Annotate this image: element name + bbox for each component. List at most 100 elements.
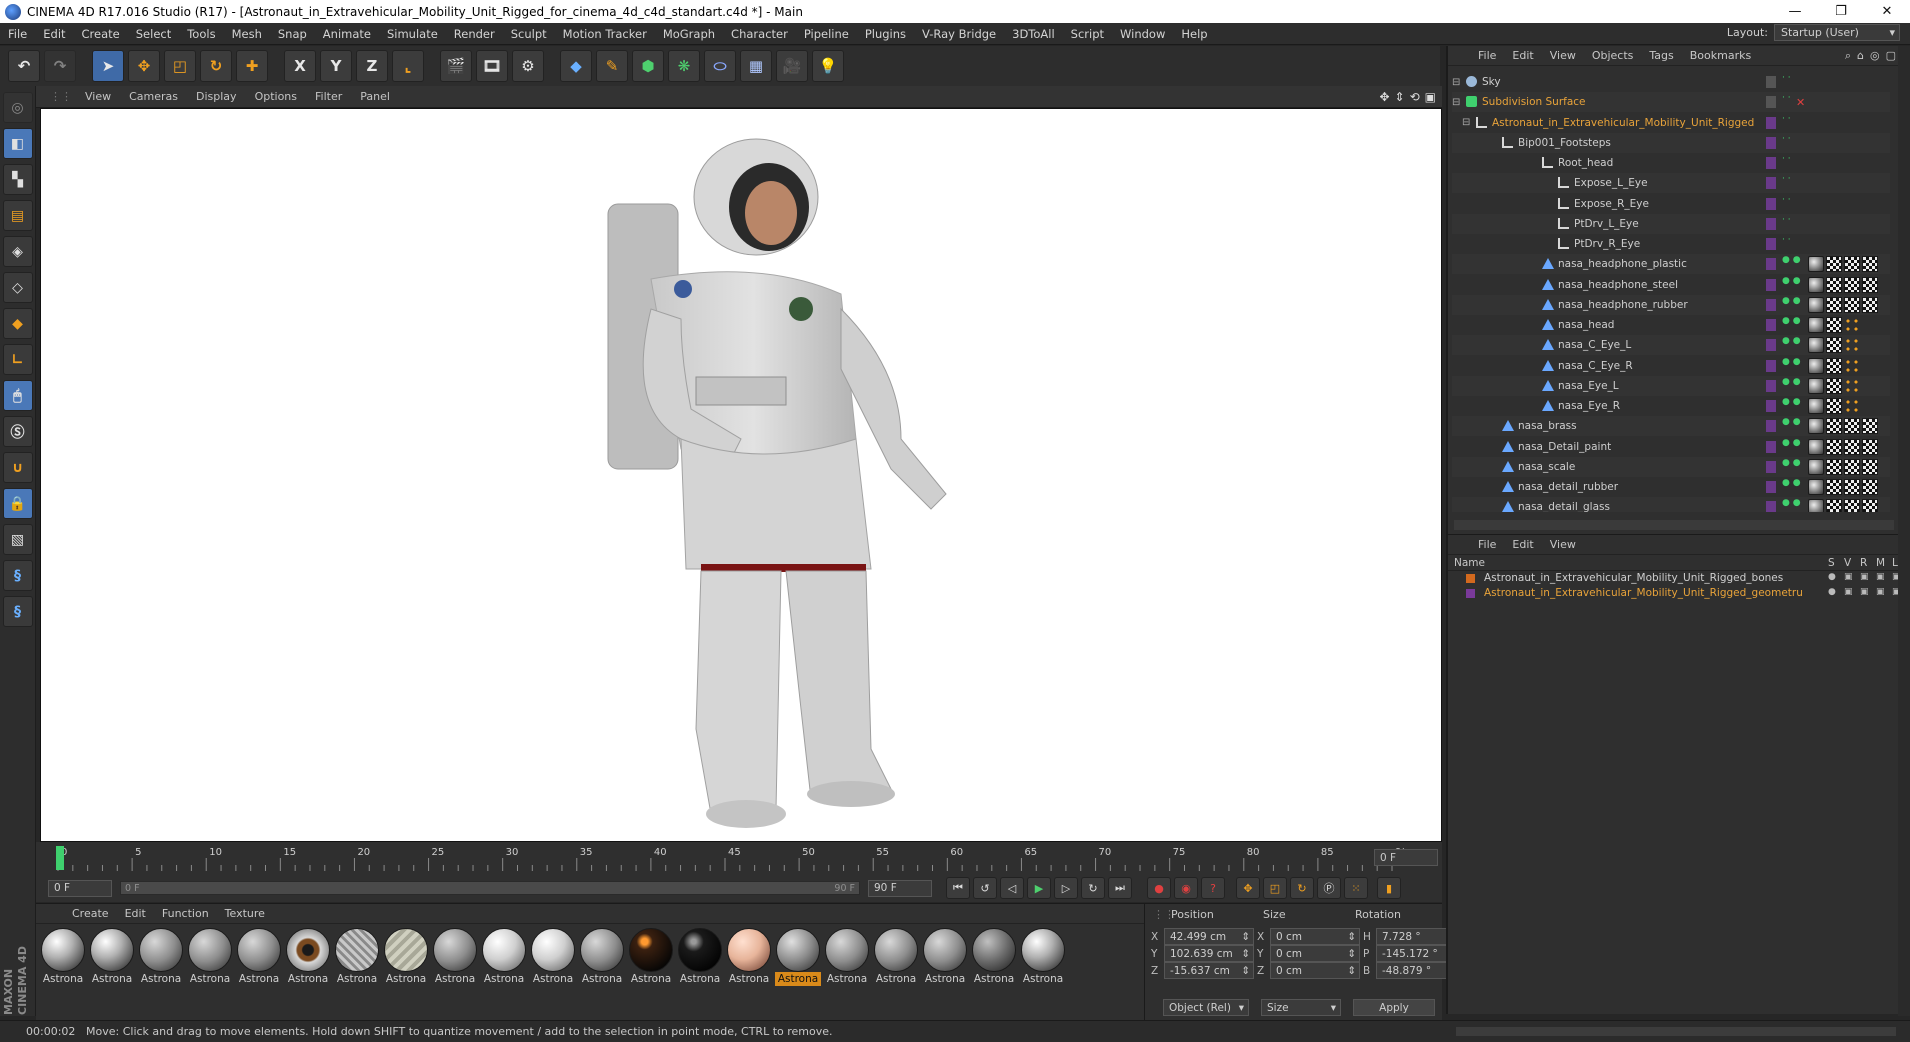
menu-create[interactable]: Create — [74, 27, 128, 41]
material-menu-edit[interactable]: Edit — [117, 907, 154, 920]
menu-mograph[interactable]: MoGraph — [655, 27, 723, 41]
size-field[interactable]: 0 cm ⇕ — [1270, 945, 1360, 962]
select-tool-button[interactable]: ➤ — [92, 50, 124, 82]
menu-character[interactable]: Character — [723, 27, 796, 41]
texture-tag-icon[interactable] — [1862, 296, 1878, 313]
weight-tag-icon[interactable] — [1844, 398, 1860, 414]
material-menu-function[interactable]: Function — [154, 907, 217, 920]
array-button[interactable]: ❋ — [668, 50, 700, 82]
subdivision-button[interactable]: ⬢ — [632, 50, 664, 82]
viewport-menu-panel[interactable]: Panel — [351, 90, 399, 103]
layer-menu-view[interactable]: View — [1542, 538, 1584, 551]
material-swatch[interactable]: Astrona — [726, 928, 772, 986]
pen-spline-button[interactable]: ✎ — [596, 50, 628, 82]
y-axis-lock-button[interactable]: Y — [320, 50, 352, 82]
goto-end-button[interactable]: ⏭ — [1108, 877, 1132, 899]
visibility-dots-icon[interactable]: · · — [1782, 134, 1791, 143]
points-mode-button[interactable]: ◈ — [2, 236, 33, 267]
material-swatch[interactable]: Astrona — [236, 928, 282, 986]
weight-tag-icon[interactable] — [1844, 317, 1860, 333]
viewport-menu-cameras[interactable]: Cameras — [120, 90, 187, 103]
orbit-icon[interactable]: ⟲ — [1410, 90, 1420, 104]
texture-tag-icon[interactable] — [1844, 499, 1860, 512]
texture-tag-icon[interactable] — [1862, 418, 1878, 435]
texture-tag-icon[interactable] — [1826, 337, 1842, 354]
visibility-dots-icon[interactable]: ● ● — [1782, 438, 1801, 447]
menu-edit[interactable]: Edit — [35, 27, 73, 41]
material-tag-icon[interactable] — [1808, 256, 1824, 273]
object-row[interactable]: nasa_brass ● ● — [1452, 416, 1890, 437]
coordinate-mode-dropdown[interactable]: Object (Rel) ▾ — [1163, 999, 1249, 1016]
model-mode-button[interactable]: ◧ — [2, 128, 33, 159]
texture-tag-icon[interactable] — [1826, 499, 1842, 512]
object-menu-objects[interactable]: Objects — [1584, 49, 1642, 62]
layer-row[interactable]: Astronaut_in_Extravehicular_Mobility_Uni… — [1448, 586, 1910, 601]
object-row[interactable]: nasa_C_Eye_R ● ● — [1452, 356, 1890, 376]
object-row[interactable]: Expose_L_Eye · · — [1452, 173, 1890, 194]
texture-tag-icon[interactable] — [1826, 276, 1842, 293]
next-key-button[interactable]: ↻ — [1081, 877, 1105, 899]
texture-tag-icon[interactable] — [1826, 317, 1842, 333]
visibility-dots-icon[interactable]: · · — [1782, 155, 1791, 164]
material-tag-icon[interactable] — [1808, 377, 1824, 394]
visibility-dots-icon[interactable]: ● ● — [1782, 458, 1801, 467]
material-swatch[interactable]: Astrona — [187, 928, 233, 986]
material-tag-icon[interactable] — [1808, 499, 1824, 512]
viewport-menu-filter[interactable]: Filter — [306, 90, 351, 103]
object-row[interactable]: PtDrv_R_Eye · · — [1452, 234, 1890, 254]
visibility-dots-icon[interactable]: ● ● — [1782, 357, 1801, 366]
texture-tag-icon[interactable] — [1844, 479, 1860, 495]
cube-primitive-button[interactable]: ◆ — [560, 50, 592, 82]
start-frame-field[interactable]: 0 F — [48, 879, 112, 897]
restore-button[interactable]: ❐ — [1818, 0, 1864, 23]
material-menu-create[interactable]: Create — [64, 907, 117, 920]
visibility-dots-icon[interactable]: ● ● — [1782, 377, 1801, 386]
tweak-mode-button[interactable]: 🖱 — [2, 380, 33, 411]
prev-frame-button[interactable]: ◁ — [1000, 877, 1024, 899]
manager-toggle-icon[interactable]: ▣ — [1876, 572, 1885, 582]
texture-tag-icon[interactable] — [1826, 377, 1842, 394]
deformer-button[interactable]: ⬭ — [704, 50, 736, 82]
material-tag-icon[interactable] — [1808, 276, 1824, 293]
stepper-arrows-icon[interactable]: ⇕ — [1241, 931, 1250, 943]
texture-mode-button[interactable]: ▚ — [2, 164, 33, 195]
weight-tag-icon[interactable] — [1844, 377, 1860, 394]
texture-tag-icon[interactable] — [1844, 418, 1860, 435]
material-swatch[interactable]: Astrona — [138, 928, 184, 986]
visibility-dots-icon[interactable]: · · — [1782, 215, 1791, 224]
timeline-window-button[interactable]: ▮ — [1377, 877, 1401, 899]
menu-pipeline[interactable]: Pipeline — [796, 27, 857, 41]
object-row[interactable]: nasa_head ● ● — [1452, 315, 1890, 335]
key-scale-button[interactable]: ◰ — [1263, 877, 1287, 899]
visibility-dots-icon[interactable]: · · — [1782, 74, 1791, 83]
object-menu-file[interactable]: File — [1470, 49, 1504, 62]
menu-render[interactable]: Render — [446, 27, 503, 41]
visibility-dots-icon[interactable]: ● ● — [1782, 418, 1801, 427]
texture-tag-icon[interactable] — [1862, 438, 1878, 455]
layer-menu-file[interactable]: File — [1470, 538, 1504, 551]
menu-3dtoall[interactable]: 3DToAll — [1004, 27, 1063, 41]
axis-mode-button[interactable]: ∟ — [2, 344, 33, 375]
layer-row[interactable]: Astronaut_in_Extravehicular_Mobility_Uni… — [1448, 571, 1910, 586]
keyframe-selection-button[interactable]: ? — [1201, 877, 1225, 899]
texture-tag-icon[interactable] — [1826, 479, 1842, 495]
visibility-dots-icon[interactable]: ● ● — [1782, 276, 1801, 285]
size-mode-dropdown[interactable]: Size ▾ — [1261, 999, 1341, 1016]
rotate-tool-button[interactable]: ↻ — [200, 50, 232, 82]
material-swatch[interactable]: Astrona — [628, 928, 674, 986]
frame-range-slider[interactable]: 0 F 90 F — [120, 881, 860, 895]
material-tag-icon[interactable] — [1808, 438, 1824, 455]
menu-snap[interactable]: Snap — [270, 27, 315, 41]
status-scrollbar[interactable] — [1456, 1027, 1896, 1036]
visibility-dots-icon[interactable]: ● ● — [1782, 296, 1801, 305]
edges-mode-button[interactable]: ◇ — [2, 272, 33, 303]
render-toggle-icon[interactable]: ▣ — [1860, 587, 1869, 597]
material-tag-icon[interactable] — [1808, 398, 1824, 414]
material-swatch[interactable]: Astrona — [579, 928, 625, 986]
live-selection-button[interactable]: ✚ — [236, 50, 268, 82]
solo-toggle-icon[interactable]: ● — [1828, 572, 1836, 582]
object-menu-view[interactable]: View — [1542, 49, 1584, 62]
object-row[interactable]: nasa_scale ● ● — [1452, 456, 1890, 477]
key-rotation-button[interactable]: ↻ — [1290, 877, 1314, 899]
visibility-dots-icon[interactable]: ● ● — [1782, 398, 1801, 407]
